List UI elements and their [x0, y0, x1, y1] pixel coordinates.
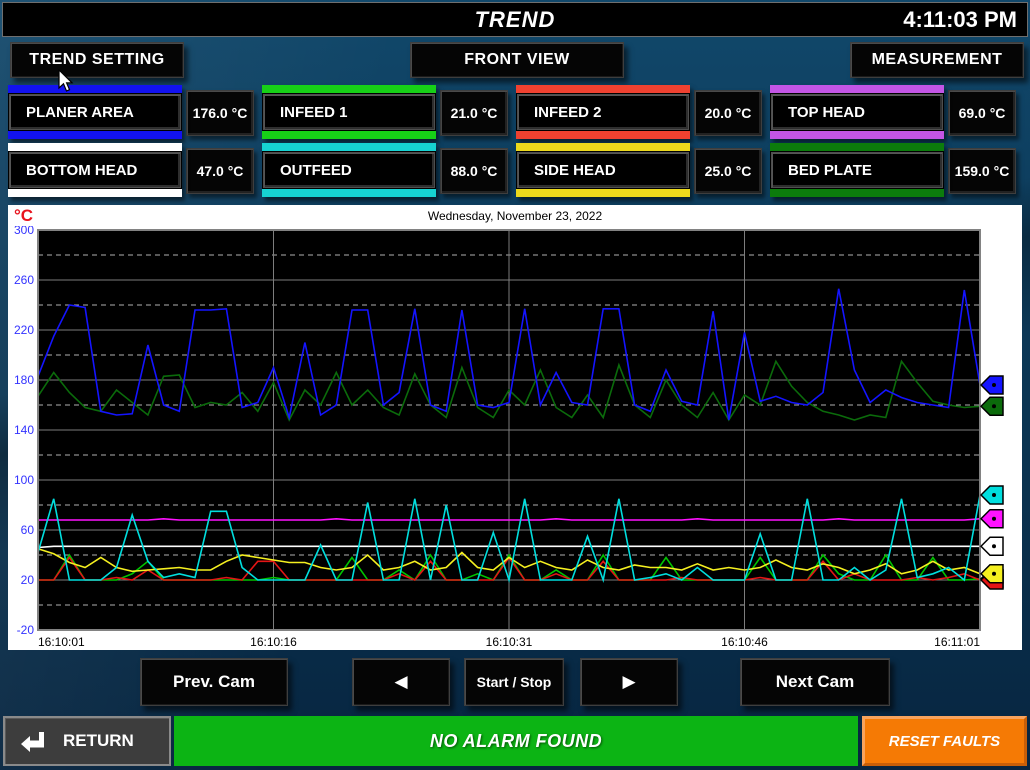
channel-value-bed-plate: 159.0 °C — [948, 148, 1016, 194]
svg-text:100: 100 — [14, 473, 34, 487]
channel-label-planer-area: PLANER AREA — [9, 94, 181, 130]
step-back-button[interactable]: ◀ — [352, 658, 450, 706]
channel-value-outfeed: 88.0 °C — [440, 148, 508, 194]
trend-chart-panel: °C Wednesday, November 23, 2022 30026022… — [8, 205, 1022, 650]
channel-group-outfeed: OUTFEED88.0 °C — [262, 143, 508, 197]
trend-chart: 300 260 220 180 140 100 60 20 -2016:10:01 16:10:1… — [8, 226, 1022, 650]
channel-value-side-head: 25.0 °C — [694, 148, 762, 194]
channel-value-top-head: 69.0 °C — [948, 90, 1016, 136]
channel-group-infeed-2: INFEED 220.0 °C — [516, 85, 762, 139]
channel-label-infeed-1: INFEED 1 — [263, 94, 435, 130]
svg-text:16:10:31: 16:10:31 — [486, 635, 533, 649]
svg-text:-20: -20 — [17, 623, 35, 637]
return-arrow-icon — [19, 728, 49, 754]
channel-group-bed-plate: BED PLATE159.0 °C — [770, 143, 1016, 197]
trend-setting-button[interactable]: TREND SETTING — [10, 42, 184, 78]
alarm-status-text: NO ALARM FOUND — [430, 731, 602, 752]
reset-faults-button[interactable]: RESET FAULTS — [862, 716, 1027, 766]
svg-text:16:10:16: 16:10:16 — [250, 635, 297, 649]
measurement-button[interactable]: MEASUREMENT — [850, 42, 1024, 78]
channel-row-1: PLANER AREA176.0 °CINFEED 121.0 °CINFEED… — [8, 85, 1024, 139]
svg-text:16:10:46: 16:10:46 — [721, 635, 768, 649]
svg-text:20: 20 — [21, 573, 35, 587]
channel-button-top-head[interactable]: TOP HEAD — [770, 85, 944, 139]
channel-button-bottom-head[interactable]: BOTTOM HEAD — [8, 143, 182, 197]
channel-value-planer-area: 176.0 °C — [186, 90, 254, 136]
channel-row-2: BOTTOM HEAD47.0 °COUTFEED88.0 °CSIDE HEA… — [8, 143, 1024, 197]
svg-text:16:11:01: 16:11:01 — [934, 635, 980, 649]
front-view-label: FRONT VIEW — [464, 51, 569, 69]
next-cam-button[interactable]: Next Cam — [740, 658, 890, 706]
next-cam-label: Next Cam — [776, 672, 854, 692]
svg-text:180: 180 — [14, 373, 34, 387]
alarm-status-bar: NO ALARM FOUND — [174, 716, 858, 766]
channel-group-planer-area: PLANER AREA176.0 °C — [8, 85, 254, 139]
return-button[interactable]: RETURN — [3, 716, 171, 766]
start-stop-button[interactable]: Start / Stop — [464, 658, 564, 706]
measurement-label: MEASUREMENT — [872, 51, 1003, 69]
svg-text:16:10:01: 16:10:01 — [38, 635, 85, 649]
channel-value-infeed-2: 20.0 °C — [694, 90, 762, 136]
return-label: RETURN — [63, 731, 134, 751]
channel-button-infeed-1[interactable]: INFEED 1 — [262, 85, 436, 139]
channel-button-infeed-2[interactable]: INFEED 2 — [516, 85, 690, 139]
step-forward-button[interactable]: ▶ — [580, 658, 678, 706]
channel-group-bottom-head: BOTTOM HEAD47.0 °C — [8, 143, 254, 197]
trend-setting-label: TREND SETTING — [29, 51, 164, 69]
channel-group-infeed-1: INFEED 121.0 °C — [262, 85, 508, 139]
channel-label-top-head: TOP HEAD — [771, 94, 943, 130]
svg-text:60: 60 — [21, 523, 35, 537]
channel-label-bottom-head: BOTTOM HEAD — [9, 152, 181, 188]
channel-button-outfeed[interactable]: OUTFEED — [262, 143, 436, 197]
svg-text:300: 300 — [14, 226, 34, 237]
channel-value-bottom-head: 47.0 °C — [186, 148, 254, 194]
channel-label-outfeed: OUTFEED — [263, 152, 435, 188]
front-view-button[interactable]: FRONT VIEW — [410, 42, 624, 78]
svg-text:220: 220 — [14, 323, 34, 337]
channel-button-bed-plate[interactable]: BED PLATE — [770, 143, 944, 197]
channel-group-top-head: TOP HEAD69.0 °C — [770, 85, 1016, 139]
channel-label-infeed-2: INFEED 2 — [517, 94, 689, 130]
start-stop-label: Start / Stop — [477, 674, 552, 690]
channel-value-infeed-1: 21.0 °C — [440, 90, 508, 136]
prev-cam-button[interactable]: Prev. Cam — [140, 658, 288, 706]
channel-label-side-head: SIDE HEAD — [517, 152, 689, 188]
title-bar: TREND 4:11:03 PM — [2, 2, 1028, 37]
clock: 4:11:03 PM — [903, 7, 1017, 33]
channel-grid: PLANER AREA176.0 °CINFEED 121.0 °CINFEED… — [8, 85, 1024, 201]
page-title: TREND — [3, 7, 1027, 33]
prev-cam-label: Prev. Cam — [173, 672, 255, 692]
reset-faults-label: RESET FAULTS — [889, 733, 1000, 750]
channel-button-side-head[interactable]: SIDE HEAD — [516, 143, 690, 197]
channel-label-bed-plate: BED PLATE — [771, 152, 943, 188]
svg-text:140: 140 — [14, 423, 34, 437]
channel-group-side-head: SIDE HEAD25.0 °C — [516, 143, 762, 197]
left-arrow-icon: ◀ — [394, 672, 407, 692]
chart-date-title: Wednesday, November 23, 2022 — [8, 209, 1022, 223]
right-arrow-icon: ▶ — [622, 672, 635, 692]
svg-text:260: 260 — [14, 273, 34, 287]
channel-button-planer-area[interactable]: PLANER AREA — [8, 85, 182, 139]
